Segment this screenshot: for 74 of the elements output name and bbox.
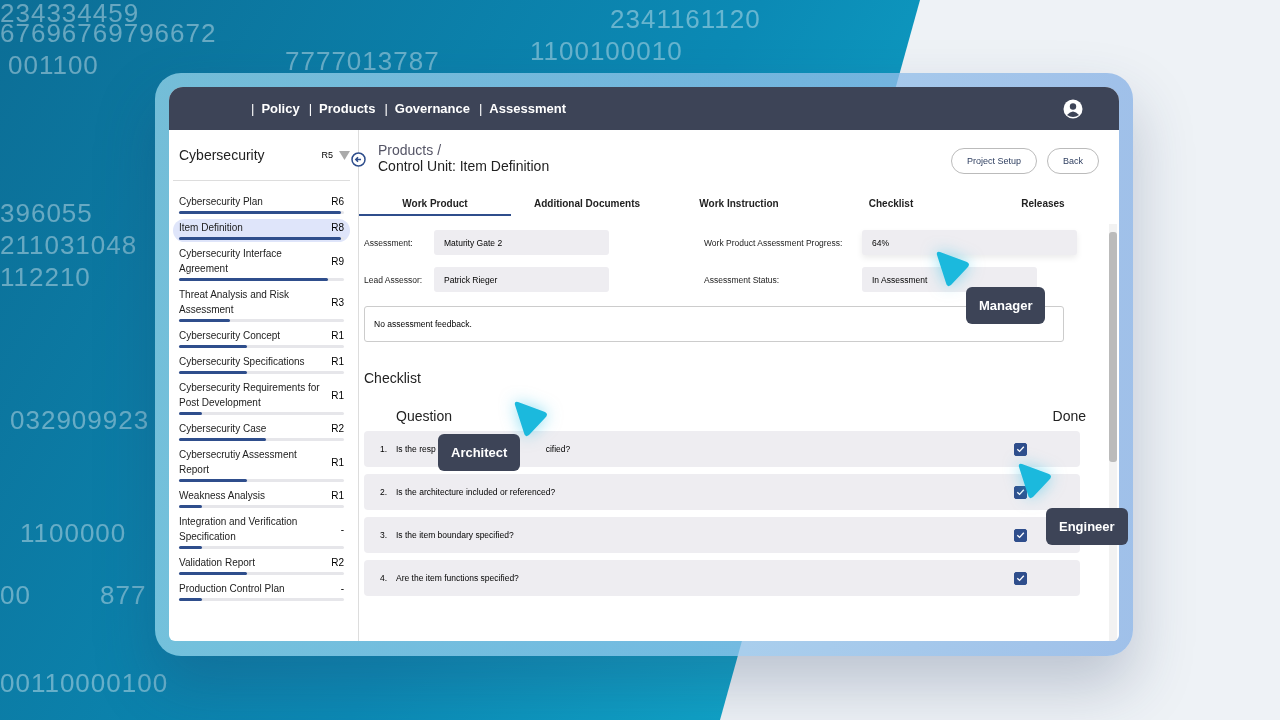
tab[interactable]: Work Instruction — [663, 192, 815, 216]
row-number: 1. — [380, 444, 389, 454]
nav-link[interactable]: Products — [319, 101, 376, 116]
row-number: 4. — [380, 573, 389, 583]
pointer-icon — [512, 400, 550, 438]
sidebar-item[interactable]: Cybersecurity Concept R1 — [173, 327, 350, 350]
sidebar-item[interactable]: Cybersecurity Specifications R1 — [173, 353, 350, 376]
field-value: Patrick Rieger — [434, 267, 609, 292]
field-label: Lead Assessor: — [364, 274, 424, 285]
action-button[interactable]: Project Setup — [950, 148, 1037, 174]
column-header: Done — [1052, 408, 1086, 424]
nav-separator: | — [478, 101, 483, 116]
row-number: 3. — [380, 530, 389, 540]
user-tag: Engineer — [1046, 508, 1128, 545]
field-label: Work Product Assessment Progress: — [704, 237, 844, 248]
field-label: Assessment Status: — [704, 274, 781, 285]
nav-link[interactable]: Policy — [261, 101, 300, 116]
background-number: 7777013787 — [285, 48, 440, 74]
sidebar-item[interactable]: Threat Analysis and Risk Assessment R3 — [173, 286, 350, 324]
sidebar-item[interactable]: Validation Report R2 — [173, 554, 350, 577]
question-text: Is the architecture included or referenced? — [396, 487, 556, 497]
sidebar-item[interactable]: Integration and Verification Specification - — [173, 513, 350, 551]
background-number: 001100 — [8, 52, 99, 78]
background-number: 2341161120 — [610, 6, 761, 32]
sidebar-item[interactable]: Item Definition R8 — [173, 219, 350, 242]
row-number: 2. — [380, 487, 389, 497]
tab[interactable]: Releases — [967, 192, 1119, 216]
background-number: 00110000100 — [0, 670, 169, 696]
user-tag: Manager — [966, 287, 1046, 324]
background-number: 032909923 — [10, 407, 150, 433]
tab[interactable]: Checklist — [815, 192, 967, 216]
user-tag: Architect — [438, 434, 521, 471]
question-text: Is the item boundary specified? — [396, 530, 514, 540]
background-number: 1100000 — [20, 520, 127, 546]
sidebar-item[interactable]: Cybersecurity Case R2 — [173, 420, 350, 443]
field-label: Assessment: — [364, 237, 414, 248]
checkbox[interactable] — [1014, 485, 1027, 499]
tab[interactable]: Additional Documents — [511, 192, 663, 216]
nav-separator: | — [308, 101, 313, 116]
question-text: Is the resp — [396, 444, 436, 454]
background-number: 877 — [100, 582, 147, 608]
nav-separator: | — [251, 101, 255, 116]
question-text: Are the item functions specified? — [396, 573, 519, 583]
release-select[interactable]: R5 — [321, 150, 333, 160]
user-avatar-icon[interactable] — [1063, 98, 1083, 119]
sidebar-item[interactable]: Cybersecurity Plan R6 — [173, 193, 350, 216]
nav-link[interactable]: Governance — [394, 101, 470, 116]
nav-link[interactable]: Assessment — [489, 101, 566, 116]
background-number: 211031048 — [0, 232, 138, 258]
sidebar-title: Cybersecurity — [179, 147, 266, 163]
background-number: 00 — [0, 582, 31, 608]
field-value: 64% — [862, 230, 1077, 255]
section-title: Checklist — [364, 370, 422, 386]
sidebar-item[interactable]: Weakness Analysis R1 — [173, 487, 350, 510]
sidebar-item[interactable]: Cybersecurity Requirements for Post Development R1 — [173, 379, 350, 417]
tab[interactable]: Work Product — [359, 192, 511, 216]
checkbox[interactable] — [1014, 442, 1027, 456]
sidebar-item[interactable]: Cybersecrutiy Assessment Report R1 — [173, 446, 350, 484]
background-number: 112210 — [0, 264, 91, 290]
pointer-icon — [1016, 462, 1054, 500]
breadcrumb-link[interactable]: Products / — [378, 142, 550, 158]
background-number: 1100100010 — [530, 38, 683, 64]
checkbox[interactable] — [1014, 528, 1027, 542]
checkbox[interactable] — [1014, 571, 1027, 585]
column-header: Question — [396, 408, 453, 424]
field-value: Maturity Gate 2 — [434, 230, 609, 255]
background-number: 396055 — [0, 200, 93, 226]
sidebar-item[interactable]: Production Control Plan - — [173, 580, 350, 603]
sidebar-item[interactable]: Cybersecurity Interface Agreement R9 — [173, 245, 350, 283]
action-button[interactable]: Back — [1047, 148, 1099, 174]
nav-separator: | — [384, 101, 388, 116]
page-title: Control Unit: Item Definition — [378, 158, 550, 174]
pointer-icon — [934, 250, 972, 288]
question-text: cified? — [545, 444, 571, 454]
